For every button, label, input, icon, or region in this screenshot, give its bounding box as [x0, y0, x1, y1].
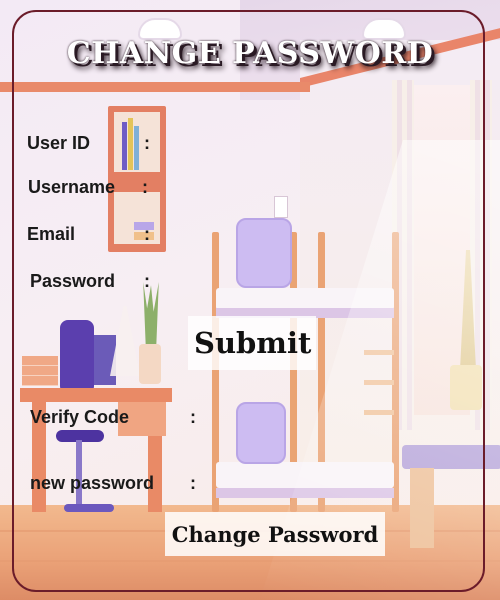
- password-label: Password: [30, 271, 116, 291]
- user-id-input[interactable]: [160, 131, 368, 155]
- password-input[interactable]: [160, 269, 368, 293]
- form-frame: [12, 10, 485, 592]
- verify-code-label: Verify Code: [30, 407, 130, 427]
- email-label: Email: [27, 224, 76, 244]
- username-colon: :: [142, 177, 148, 197]
- new-password-colon: :: [190, 473, 196, 493]
- username-input[interactable]: [160, 175, 368, 199]
- username-label: Username: [28, 177, 116, 197]
- user-id-colon: :: [144, 133, 150, 153]
- user-id-label: User ID: [27, 133, 91, 153]
- page-title: CHANGE PASSWORD: [66, 36, 434, 71]
- email-colon: :: [144, 224, 150, 244]
- verify-code-input[interactable]: [206, 405, 394, 429]
- verify-code-colon: :: [190, 407, 196, 427]
- new-password-input[interactable]: [206, 471, 394, 495]
- email-input[interactable]: [160, 222, 368, 246]
- submit-button[interactable]: Submit: [188, 316, 316, 370]
- new-password-label: new password: [30, 473, 155, 493]
- password-colon: :: [144, 271, 150, 291]
- change-password-button[interactable]: Change Password: [165, 512, 385, 556]
